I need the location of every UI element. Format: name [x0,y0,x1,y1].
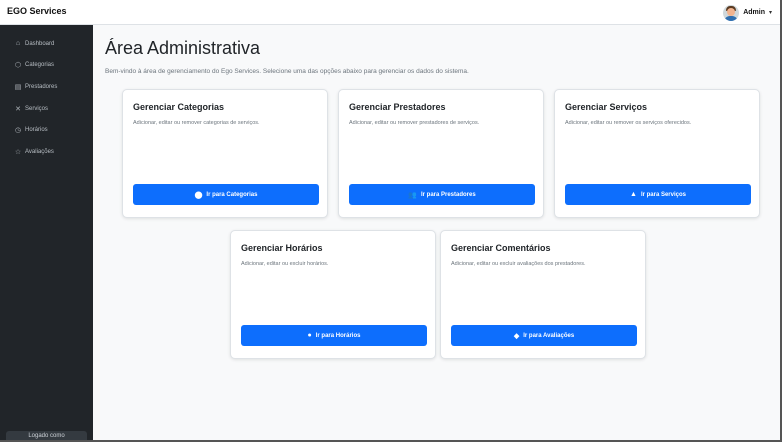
card-description: Adicionar, editar ou remover os serviços… [565,120,692,126]
star-icon: ☆ [14,148,22,156]
tools-icon: ✕ [15,105,21,113]
sidebar-item-label: Horários [25,127,48,134]
card-title: Gerenciar Prestadores [349,102,446,112]
button-label: Ir para Avaliações [523,332,575,339]
go-to-horarios-button[interactable]: ● Ir para Horários [241,325,427,346]
sidebar-item-prestadores[interactable]: ▤ Prestadores [0,76,93,98]
chevron-down-icon[interactable]: ▾ [769,9,772,16]
go-to-categorias-button[interactable]: ⬤ Ir para Categorias [133,184,319,205]
card-description: Adicionar, editar ou excluir avaliações … [451,261,586,267]
sidebar-item-servicos[interactable]: ✕ Serviços [0,98,93,120]
brand-logo[interactable]: EGO Services [7,6,67,16]
sidebar-item-label: Dashboard [25,40,55,47]
sidebar-item-label: Categorias [25,62,55,69]
button-label: Ir para Prestadores [421,191,476,198]
go-to-avaliacoes-button[interactable]: ◆ Ir para Avaliações [451,325,637,346]
avatar[interactable] [723,4,740,21]
user-name[interactable]: Admin [743,9,765,16]
tag-icon: ⬡ [14,62,22,70]
sidebar-nav: ⌂ Dashboard ⬡ Categorias ▤ Prestadores ✕… [0,25,93,163]
top-navbar: EGO Services Admin ▾ [0,0,782,25]
sidebar-item-label: Avaliações [25,148,54,155]
page-title: Área Administrativa [105,38,261,58]
card-servicos: Gerenciar Serviços Adicionar, editar ou … [554,89,760,218]
sidebar-item-label: Serviços [25,105,49,112]
button-label: Ir para Horários [315,332,361,339]
card-description: Adicionar, editar ou remover categorias … [133,120,260,126]
tools-icon: ▲ [630,191,637,198]
sidebar-item-categorias[interactable]: ⬡ Categorias [0,55,93,77]
clock-icon: ◷ [14,127,22,135]
dashboard-icon: ⌂ [15,40,21,48]
go-to-servicos-button[interactable]: ▲ Ir para Serviços [565,184,751,205]
card-description: Adicionar, editar ou excluir horários. [241,261,329,267]
tag-icon: ⬤ [194,191,203,199]
user-menu[interactable]: Admin ▾ [723,3,772,22]
button-label: Ir para Categorias [206,191,258,198]
sidebar: ⌂ Dashboard ⬡ Categorias ▤ Prestadores ✕… [0,25,93,442]
sidebar-item-dashboard[interactable]: ⌂ Dashboard [0,33,93,55]
main-content: Área Administrativa Bem-vindo à área de … [93,25,780,442]
card-categorias: Gerenciar Categorias Adicionar, editar o… [122,89,328,218]
comments-icon: ◆ [513,332,520,340]
id-card-icon: ▤ [14,83,22,91]
card-horarios: Gerenciar Horários Adicionar, editar ou … [230,230,436,359]
sidebar-item-horarios[interactable]: ◷ Horários [0,119,93,141]
sidebar-item-avaliacoes[interactable]: ☆ Avaliações [0,141,93,163]
card-title: Gerenciar Horários [241,243,323,253]
button-label: Ir para Serviços [640,191,686,198]
card-comentarios: Gerenciar Comentários Adicionar, editar … [440,230,646,359]
card-title: Gerenciar Categorias [133,102,225,112]
card-title: Gerenciar Comentários [451,243,551,253]
card-description: Adicionar, editar ou remover prestadores… [349,120,480,126]
users-icon: 👥 [408,191,417,199]
clock-icon: ● [307,332,312,339]
card-prestadores: Gerenciar Prestadores Adicionar, editar … [338,89,544,218]
sidebar-item-label: Prestadores [25,83,58,90]
go-to-prestadores-button[interactable]: 👥 Ir para Prestadores [349,184,535,205]
card-title: Gerenciar Serviços [565,102,648,112]
page-subtitle: Bem-vindo à área de gerenciamento do Ego… [105,68,469,75]
